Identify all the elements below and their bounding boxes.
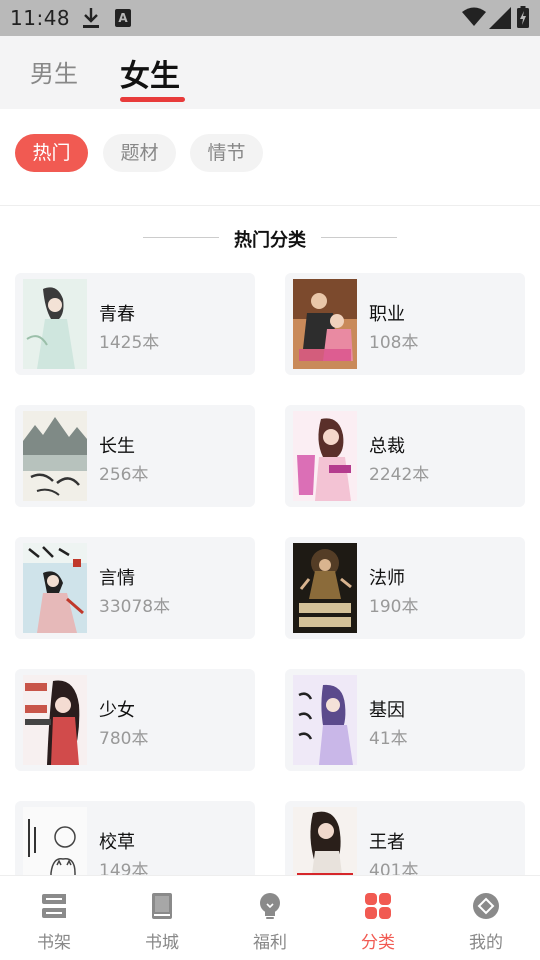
category-card-girl[interactable]: 少女 780本: [15, 669, 255, 771]
category-name: 法师: [369, 568, 405, 589]
section-header: 热门分类: [0, 222, 540, 252]
divider-right: [321, 237, 397, 238]
status-time: 11:48: [10, 6, 71, 30]
book-cover-image: [293, 543, 357, 633]
category-card-mage[interactable]: 法师 190本: [285, 537, 525, 639]
nav-mine[interactable]: 我的: [432, 876, 540, 960]
category-count: 33078本: [99, 597, 171, 617]
category-card-gene[interactable]: 基因 41本: [285, 669, 525, 771]
category-name: 王者: [369, 832, 405, 853]
nav-label: 书城: [145, 933, 179, 953]
active-tab-indicator: [120, 97, 185, 102]
tab-male[interactable]: 男生: [30, 54, 78, 89]
book-cover-image: [293, 675, 357, 765]
chip-plot[interactable]: 情节: [190, 134, 263, 172]
category-name: 少女: [99, 700, 135, 721]
wifi-icon: [462, 7, 486, 26]
category-name: 基因: [369, 700, 405, 721]
nav-welfare[interactable]: 福利: [216, 876, 324, 960]
gender-tab-bar: 男生 女生: [0, 36, 540, 109]
profile-icon: [473, 893, 499, 919]
book-cover-image: [23, 543, 87, 633]
nav-bookshelf[interactable]: 书架: [0, 876, 108, 960]
category-grid-icon: [365, 893, 391, 919]
nav-label: 书架: [37, 933, 71, 953]
bulb-icon: [260, 893, 280, 919]
battery-icon: [517, 6, 529, 28]
category-name: 总裁: [369, 436, 405, 457]
category-name: 校草: [99, 832, 135, 853]
divider-left: [143, 237, 219, 238]
category-card-career[interactable]: 职业 108本: [285, 273, 525, 375]
section-title: 热门分类: [234, 230, 306, 251]
category-count: 256本: [99, 465, 149, 485]
signal-icon: [489, 7, 511, 29]
category-count: 1425本: [99, 333, 160, 353]
nav-label: 我的: [469, 933, 503, 953]
category-count: 190本: [369, 597, 419, 617]
nav-label: 福利: [253, 933, 287, 953]
nav-bookstore[interactable]: 书城: [108, 876, 216, 960]
status-bar: 11:48 A: [0, 0, 540, 36]
book-cover-image: [293, 279, 357, 369]
chip-hot[interactable]: 热门: [15, 134, 88, 172]
category-card-romance[interactable]: 言情 33078本: [15, 537, 255, 639]
book-cover-image: [23, 279, 87, 369]
book-cover-image: [293, 411, 357, 501]
category-name: 长生: [99, 436, 135, 457]
category-name: 职业: [369, 304, 405, 325]
bookshelf-icon: [42, 894, 66, 918]
category-card-longevity[interactable]: 长生 256本: [15, 405, 255, 507]
category-count: 780本: [99, 729, 149, 749]
filter-chip-row: 热门 题材 情节: [0, 109, 540, 206]
nav-category[interactable]: 分类: [324, 876, 432, 960]
nav-label: 分类: [361, 933, 395, 953]
category-card-ceo[interactable]: 总裁 2242本: [285, 405, 525, 507]
tab-female[interactable]: 女生: [120, 51, 180, 95]
category-count: 2242本: [369, 465, 430, 485]
category-name: 青春: [99, 304, 135, 325]
category-card-youth[interactable]: 青春 1425本: [15, 273, 255, 375]
download-icon: [83, 8, 99, 28]
a-badge-icon: A: [115, 9, 131, 27]
book-icon: [152, 893, 172, 919]
book-cover-image: [23, 411, 87, 501]
category-count: 41本: [369, 729, 408, 749]
bottom-nav: 书架 书城 福利 分类 我的: [0, 875, 540, 960]
category-count: 108本: [369, 333, 419, 353]
book-cover-image: [23, 675, 87, 765]
chip-theme[interactable]: 题材: [103, 134, 176, 172]
category-name: 言情: [99, 568, 135, 589]
